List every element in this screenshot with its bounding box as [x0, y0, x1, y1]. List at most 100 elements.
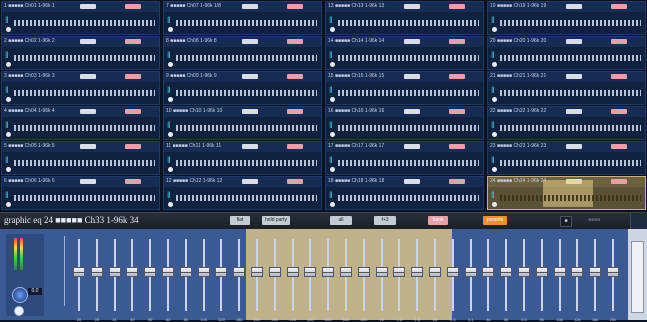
channel-cell[interactable]: 15 ■■■■■ Ch15 1-96k 15 ‖ [325, 71, 484, 105]
fader-thumb[interactable] [429, 267, 441, 277]
channel-cell[interactable]: 12 ■■■■■ Ch12 1-96k 12 ‖ [163, 176, 322, 210]
fader-thumb[interactable] [357, 267, 370, 277]
fader-thumb[interactable] [179, 267, 192, 277]
channel-mute-button[interactable] [242, 109, 258, 114]
channel-solo-button[interactable] [287, 109, 303, 114]
channel-cell[interactable]: 18 ■■■■■ Ch18 1-96k 18 ‖ [325, 176, 484, 210]
fader-thumb[interactable] [571, 267, 584, 277]
presets-button[interactable]: presets [483, 216, 507, 225]
eq-fader[interactable]: 20 [72, 239, 86, 322]
channel-cell[interactable]: 7 ■■■■■ Ch07 1-96k 1/8 ‖ [163, 1, 322, 35]
eq-fader[interactable]: 125 [214, 239, 228, 322]
channel-cell[interactable]: 9 ■■■■■ Ch09 1-96k 9 ‖ [163, 71, 322, 105]
channel-solo-button[interactable] [449, 179, 465, 184]
channel-mute-button[interactable] [80, 179, 96, 184]
channel-cell[interactable]: 11 ■■■■■ Ch11 1-96k 11 ‖ [163, 141, 322, 175]
fader-thumb[interactable] [162, 267, 174, 277]
eq-fader[interactable]: 2k [428, 239, 442, 322]
channel-mute-button[interactable] [404, 144, 420, 149]
channel-cell[interactable]: 3 ■■■■■ Ch03 1-96k 3 ‖ [1, 71, 160, 105]
channel-solo-button[interactable] [449, 109, 465, 114]
channel-mute-button[interactable] [566, 109, 582, 114]
eq-fader[interactable]: 4k [481, 239, 495, 322]
eq-fader[interactable]: 1.6 [410, 239, 424, 322]
channel-mute-button[interactable] [404, 74, 420, 79]
channel-cell[interactable]: 14 ■■■■■ Ch14 1-96k 14 ‖ [325, 36, 484, 70]
channel-cell[interactable]: 5 ■■■■■ Ch05 1-96k 5 ‖ [1, 141, 160, 175]
channel-cell[interactable]: 17 ■■■■■ Ch17 1-96k 17 ‖ [325, 141, 484, 175]
eq-fader[interactable]: 16k [588, 239, 602, 322]
channel-solo-button[interactable] [611, 109, 627, 114]
channel-cell[interactable]: 24 ■■■■■ Ch24 1-96k 24 ‖ [487, 176, 646, 210]
eq-fader[interactable]: 400 [303, 239, 317, 322]
fader-thumb[interactable] [464, 267, 477, 277]
eq-fader[interactable]: 5k [499, 239, 513, 322]
channel-cell[interactable]: 10 ■■■■■ Ch10 1-96k 10 ‖ [163, 106, 322, 140]
channel-cell[interactable]: 1 ■■■■■ Ch01 1-96k 1 ‖ [1, 1, 160, 35]
channel-solo-button[interactable] [611, 179, 627, 184]
channel-solo-button[interactable] [125, 39, 141, 44]
channel-solo-button[interactable] [287, 179, 303, 184]
channel-solo-button[interactable] [125, 4, 141, 9]
fader-thumb[interactable] [535, 267, 548, 277]
channel-solo-button[interactable] [611, 39, 627, 44]
eq-fader[interactable]: 31 [108, 239, 122, 322]
channel-solo-button[interactable] [611, 4, 627, 9]
eq-fader[interactable]: 50 [143, 239, 157, 322]
eq-fader[interactable]: 160 [232, 239, 246, 322]
scroll-up-button[interactable] [630, 213, 647, 229]
channel-solo-button[interactable] [125, 179, 141, 184]
eq-fader[interactable]: 800 [357, 239, 371, 322]
channel-solo-button[interactable] [125, 109, 141, 114]
channel-solo-button[interactable] [449, 74, 465, 79]
channel-mute-button[interactable] [566, 144, 582, 149]
channel-mute-button[interactable] [242, 144, 258, 149]
channel-solo-button[interactable] [611, 144, 627, 149]
eq-fader[interactable]: 10k [553, 239, 567, 322]
channel-solo-button[interactable] [449, 4, 465, 9]
eq-fader[interactable]: 3.1 [464, 239, 478, 322]
fader-thumb[interactable] [90, 267, 103, 277]
eq-fader[interactable]: 1.2 [392, 239, 406, 322]
eq-fader[interactable]: 100 [197, 239, 211, 322]
channel-cell[interactable]: 21 ■■■■■ Ch21 1-96k 21 ‖ [487, 71, 646, 105]
channel-cell[interactable]: 22 ■■■■■ Ch22 1-96k 22 ‖ [487, 106, 646, 140]
channel-solo-button[interactable] [611, 74, 627, 79]
channel-mute-button[interactable] [242, 74, 258, 79]
fader-thumb[interactable] [446, 267, 459, 277]
channel-mute-button[interactable] [80, 39, 96, 44]
fader-thumb[interactable] [482, 267, 495, 277]
all-button[interactable]: all [330, 216, 352, 225]
fader-thumb[interactable] [108, 267, 121, 277]
channel-solo-button[interactable] [449, 144, 465, 149]
eq-fader[interactable]: 2.5 [446, 239, 460, 322]
bank-button[interactable]: bank [428, 216, 448, 225]
channel-mute-button[interactable] [242, 39, 258, 44]
eq-fader[interactable]: 40 [125, 239, 139, 322]
channel-mute-button[interactable] [566, 74, 582, 79]
flat-button[interactable]: flat [230, 216, 250, 225]
channel-mute-button[interactable] [404, 109, 420, 114]
channel-cell[interactable]: 6 ■■■■■ Ch06 1-96k 6 ‖ [1, 176, 160, 210]
channel-mute-button[interactable] [80, 109, 96, 114]
fader-thumb[interactable] [500, 267, 513, 277]
fader-thumb[interactable] [286, 267, 299, 277]
scrollbar-thumb[interactable] [631, 241, 644, 313]
fader-thumb[interactable] [233, 267, 246, 277]
fader-thumb[interactable] [73, 267, 85, 277]
fader-thumb[interactable] [518, 267, 530, 277]
channel-solo-button[interactable] [449, 39, 465, 44]
eq-fader[interactable]: 500 [321, 239, 335, 322]
channel-solo-button[interactable] [287, 74, 303, 79]
eq-fader[interactable]: 200 [250, 239, 264, 322]
channel-solo-button[interactable] [125, 74, 141, 79]
fader-thumb[interactable] [375, 267, 388, 277]
hold-party-button[interactable]: hold party [262, 216, 290, 225]
channel-mute-button[interactable] [80, 4, 96, 9]
fader-thumb[interactable] [553, 267, 566, 277]
eq-fader[interactable]: 250 [268, 239, 282, 322]
fader-thumb[interactable] [251, 267, 263, 277]
eq-fader[interactable]: 630 [339, 239, 353, 322]
eq-fader[interactable]: 6.3 [517, 239, 531, 322]
channel-mute-button[interactable] [242, 179, 258, 184]
